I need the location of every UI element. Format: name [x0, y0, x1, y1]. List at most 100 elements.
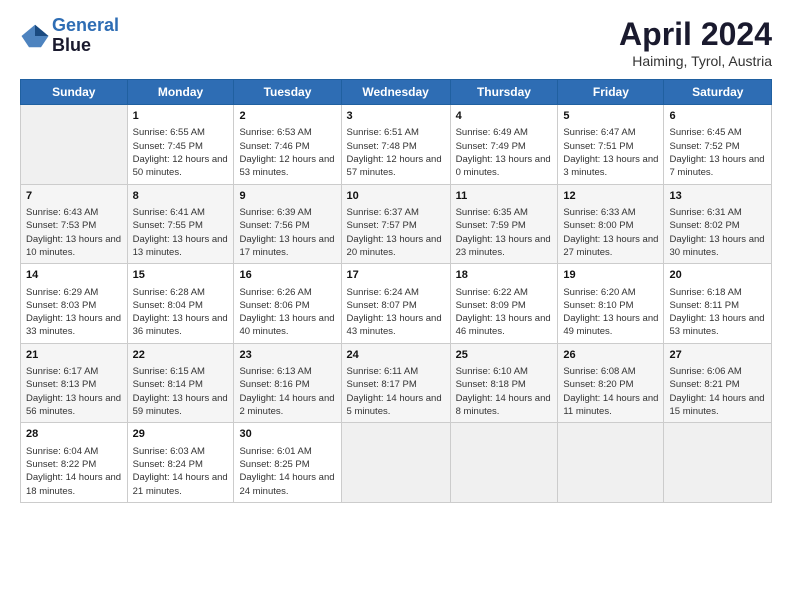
daylight-text: Daylight: 14 hours and 5 minutes. [347, 392, 445, 419]
day-number: 13 [669, 189, 766, 204]
sunset-text: Sunset: 8:04 PM [133, 299, 229, 312]
daylight-text: Daylight: 13 hours and 40 minutes. [239, 312, 335, 339]
logo-icon [20, 21, 50, 51]
sunset-text: Sunset: 7:48 PM [347, 140, 445, 153]
sunset-text: Sunset: 8:17 PM [347, 378, 445, 391]
day-number: 7 [26, 189, 122, 204]
day-number: 9 [239, 189, 335, 204]
sunrise-text: Sunrise: 6:29 AM [26, 286, 122, 299]
calendar-cell: 28Sunrise: 6:04 AMSunset: 8:22 PMDayligh… [21, 423, 128, 503]
sunset-text: Sunset: 7:59 PM [456, 219, 553, 232]
weekday-header-row: SundayMondayTuesdayWednesdayThursdayFrid… [21, 80, 772, 105]
day-number: 29 [133, 427, 229, 442]
sunset-text: Sunset: 7:56 PM [239, 219, 335, 232]
daylight-text: Daylight: 13 hours and 36 minutes. [133, 312, 229, 339]
sunrise-text: Sunrise: 6:11 AM [347, 365, 445, 378]
sunset-text: Sunset: 8:24 PM [133, 458, 229, 471]
day-number: 20 [669, 268, 766, 283]
calendar-cell: 19Sunrise: 6:20 AMSunset: 8:10 PMDayligh… [558, 264, 664, 344]
calendar-cell: 12Sunrise: 6:33 AMSunset: 8:00 PMDayligh… [558, 184, 664, 264]
sunset-text: Sunset: 8:14 PM [133, 378, 229, 391]
daylight-text: Daylight: 13 hours and 17 minutes. [239, 233, 335, 260]
sunset-text: Sunset: 7:55 PM [133, 219, 229, 232]
sunset-text: Sunset: 8:18 PM [456, 378, 553, 391]
sunrise-text: Sunrise: 6:45 AM [669, 126, 766, 139]
calendar-cell: 14Sunrise: 6:29 AMSunset: 8:03 PMDayligh… [21, 264, 128, 344]
calendar-cell: 9 Sunrise: 6:39 AMSunset: 7:56 PMDaylight… [234, 184, 341, 264]
calendar-week-row: 21Sunrise: 6:17 AMSunset: 8:13 PMDayligh… [21, 343, 772, 423]
sunrise-text: Sunrise: 6:41 AM [133, 206, 229, 219]
sunset-text: Sunset: 8:09 PM [456, 299, 553, 312]
sunrise-text: Sunrise: 6:22 AM [456, 286, 553, 299]
weekday-header: Friday [558, 80, 664, 105]
daylight-text: Daylight: 14 hours and 2 minutes. [239, 392, 335, 419]
calendar-cell: 26Sunrise: 6:08 AMSunset: 8:20 PMDayligh… [558, 343, 664, 423]
day-number: 15 [133, 268, 229, 283]
calendar-cell: 13Sunrise: 6:31 AMSunset: 8:02 PMDayligh… [664, 184, 772, 264]
sunset-text: Sunset: 8:16 PM [239, 378, 335, 391]
daylight-text: Daylight: 13 hours and 53 minutes. [669, 312, 766, 339]
sunrise-text: Sunrise: 6:13 AM [239, 365, 335, 378]
day-number: 11 [456, 189, 553, 204]
sunset-text: Sunset: 7:53 PM [26, 219, 122, 232]
sunset-text: Sunset: 8:22 PM [26, 458, 122, 471]
calendar-week-row: 1 Sunrise: 6:55 AMSunset: 7:45 PM Daylight… [21, 105, 772, 185]
sunrise-text: Sunrise: 6:55 AM [133, 126, 229, 139]
sunset-text: Sunset: 8:21 PM [669, 378, 766, 391]
sunrise-text: Sunrise: 6:39 AM [239, 206, 335, 219]
sunset-text: Sunset: 8:06 PM [239, 299, 335, 312]
daylight-text: Daylight: 14 hours and 24 minutes. [239, 471, 335, 498]
sunset-text: Sunset: 8:25 PM [239, 458, 335, 471]
day-number: 1 [133, 109, 229, 124]
sunrise-text: Sunrise: 6:26 AM [239, 286, 335, 299]
location: Haiming, Tyrol, Austria [619, 53, 772, 69]
daylight-text: Daylight: 13 hours and 30 minutes. [669, 233, 766, 260]
day-number: 24 [347, 348, 445, 363]
logo-text: General Blue [52, 16, 119, 56]
sunrise-text: Sunrise: 6:53 AM [239, 126, 335, 139]
daylight-text: Daylight: 13 hours and 43 minutes. [347, 312, 445, 339]
logo: General Blue [20, 16, 119, 56]
calendar-cell: 10Sunrise: 6:37 AMSunset: 7:57 PMDayligh… [341, 184, 450, 264]
daylight-text: Daylight: 12 hours and 57 minutes. [347, 153, 445, 180]
calendar-cell: 22Sunrise: 6:15 AMSunset: 8:14 PMDayligh… [127, 343, 234, 423]
page-container: General Blue April 2024 Haiming, Tyrol, … [0, 0, 792, 513]
weekday-header: Thursday [450, 80, 558, 105]
calendar-cell: 1Sunrise: 6:55 AMSunset: 7:45 PMDaylight… [127, 105, 234, 185]
calendar-table: SundayMondayTuesdayWednesdayThursdayFrid… [20, 79, 772, 503]
sunrise-text: Sunrise: 6:15 AM [133, 365, 229, 378]
day-number: 21 [26, 348, 122, 363]
sunrise-text: Sunrise: 6:47 AM [563, 126, 658, 139]
day-number: 22 [133, 348, 229, 363]
calendar-cell: 11Sunrise: 6:35 AMSunset: 7:59 PMDayligh… [450, 184, 558, 264]
sunrise-text: Sunrise: 6:18 AM [669, 286, 766, 299]
month-title: April 2024 [619, 16, 772, 53]
daylight-text: Daylight: 14 hours and 15 minutes. [669, 392, 766, 419]
daylight-text: Daylight: 13 hours and 33 minutes. [26, 312, 122, 339]
sunset-text: Sunset: 7:46 PM [239, 140, 335, 153]
calendar-cell: 7Sunrise: 6:43 AMSunset: 7:53 PMDaylight… [21, 184, 128, 264]
day-number: 14 [26, 268, 122, 283]
sunset-text: Sunset: 8:02 PM [669, 219, 766, 232]
calendar-week-row: 14Sunrise: 6:29 AMSunset: 8:03 PMDayligh… [21, 264, 772, 344]
daylight-text: Daylight: 14 hours and 8 minutes. [456, 392, 553, 419]
weekday-header: Tuesday [234, 80, 341, 105]
calendar-cell: 8Sunrise: 6:41 AMSunset: 7:55 PMDaylight… [127, 184, 234, 264]
sunrise-text: Sunrise: 6:49 AM [456, 126, 553, 139]
sunrise-text: Sunrise: 6:28 AM [133, 286, 229, 299]
day-number: 3 [347, 109, 445, 124]
daylight-text: Daylight: 13 hours and 3 minutes. [563, 153, 658, 180]
sunset-text: Sunset: 8:20 PM [563, 378, 658, 391]
calendar-cell: 17Sunrise: 6:24 AMSunset: 8:07 PMDayligh… [341, 264, 450, 344]
weekday-header: Saturday [664, 80, 772, 105]
daylight-text: Daylight: 14 hours and 11 minutes. [563, 392, 658, 419]
sunrise-text: Sunrise: 6:06 AM [669, 365, 766, 378]
day-number: 28 [26, 427, 122, 442]
day-number: 26 [563, 348, 658, 363]
calendar-cell: 2Sunrise: 6:53 AMSunset: 7:46 PMDaylight… [234, 105, 341, 185]
sunset-text: Sunset: 7:45 PM [133, 140, 229, 153]
sunrise-text: Sunrise: 6:20 AM [563, 286, 658, 299]
day-number: 8 [133, 189, 229, 204]
day-number: 27 [669, 348, 766, 363]
daylight-text: Daylight: 13 hours and 49 minutes. [563, 312, 658, 339]
